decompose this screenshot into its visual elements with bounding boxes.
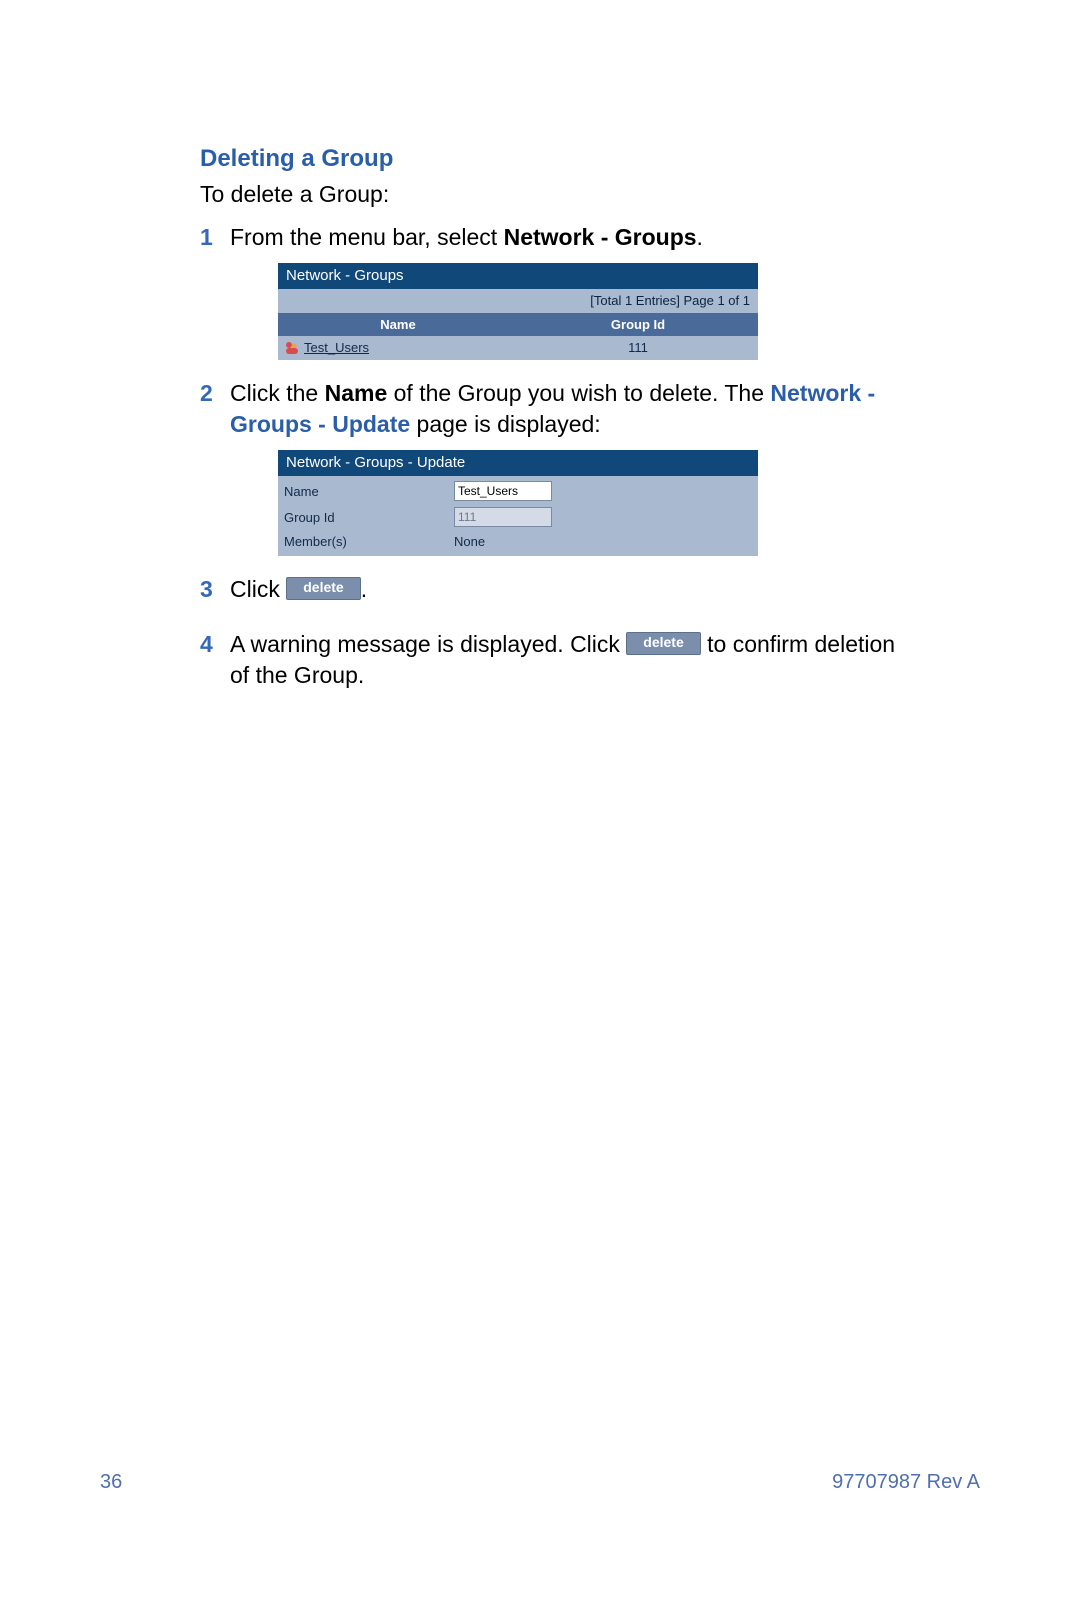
cell-id: 111 <box>518 336 758 360</box>
step-text: . <box>361 576 367 602</box>
panel-title: Network - Groups - Update <box>278 450 758 476</box>
menu-path: Network - Groups <box>504 224 697 250</box>
step-number: 1 <box>200 222 230 364</box>
page-footer: 36 97707987 Rev A <box>100 1471 980 1494</box>
cell-name: Test_Users <box>278 336 518 360</box>
form-row-id: Group Id <box>284 504 752 530</box>
delete-button[interactable]: delete <box>626 632 700 655</box>
column-header-id: Group Id <box>518 313 758 337</box>
step-number: 2 <box>200 378 230 560</box>
step-1: 1 From the menu bar, select Network - Gr… <box>200 222 900 364</box>
step-text: From the menu bar, select <box>230 224 504 250</box>
steps-list: 1 From the menu bar, select Network - Gr… <box>200 222 900 701</box>
step-number: 3 <box>200 574 230 615</box>
groups-list-screenshot: Network - Groups [Total 1 Entries] Page … <box>278 263 758 360</box>
step-text: . <box>697 224 703 250</box>
step-text: A warning message is displayed. Click <box>230 631 626 657</box>
field-label: Member(s) <box>284 533 454 551</box>
step-text: Click the <box>230 380 325 406</box>
table-header-row: Name Group Id <box>278 313 758 337</box>
column-header-name: Name <box>278 313 518 337</box>
group-icon <box>284 341 300 355</box>
group-update-screenshot: Network - Groups - Update Name Group Id … <box>278 450 758 556</box>
panel-pager: [Total 1 Entries] Page 1 of 1 <box>278 289 758 313</box>
panel-title: Network - Groups <box>278 263 758 289</box>
group-name-link[interactable]: Test_Users <box>304 339 369 357</box>
form-row-members: Member(s) None <box>284 530 752 554</box>
step-body: From the menu bar, select Network - Grou… <box>230 222 900 364</box>
page-number: 36 <box>100 1471 122 1494</box>
form-row-name: Name <box>284 478 752 504</box>
step-3: 3 Click delete. <box>200 574 900 615</box>
id-input <box>454 507 552 527</box>
intro-text: To delete a Group: <box>200 181 900 208</box>
step-text: Click <box>230 576 286 602</box>
table-row: Test_Users 111 <box>278 336 758 360</box>
doc-revision: 97707987 Rev A <box>832 1471 980 1494</box>
step-body: Click the Name of the Group you wish to … <box>230 378 900 560</box>
step-2: 2 Click the Name of the Group you wish t… <box>200 378 900 560</box>
emphasis: Name <box>325 380 388 406</box>
page-content: Deleting a Group To delete a Group: 1 Fr… <box>200 145 900 715</box>
step-text: page is displayed: <box>410 411 601 437</box>
members-value: None <box>454 533 485 551</box>
panel-body: Name Group Id Member(s) None <box>278 476 758 556</box>
field-label: Group Id <box>284 509 454 527</box>
step-text: of the Group you wish to delete. The <box>387 380 770 406</box>
step-body: Click delete. <box>230 574 900 615</box>
step-number: 4 <box>200 629 230 701</box>
step-4: 4 A warning message is displayed. Click … <box>200 629 900 701</box>
delete-button[interactable]: delete <box>286 577 360 600</box>
name-input[interactable] <box>454 481 552 501</box>
step-body: A warning message is displayed. Click de… <box>230 629 900 701</box>
field-label: Name <box>284 483 454 501</box>
section-heading: Deleting a Group <box>200 145 900 173</box>
